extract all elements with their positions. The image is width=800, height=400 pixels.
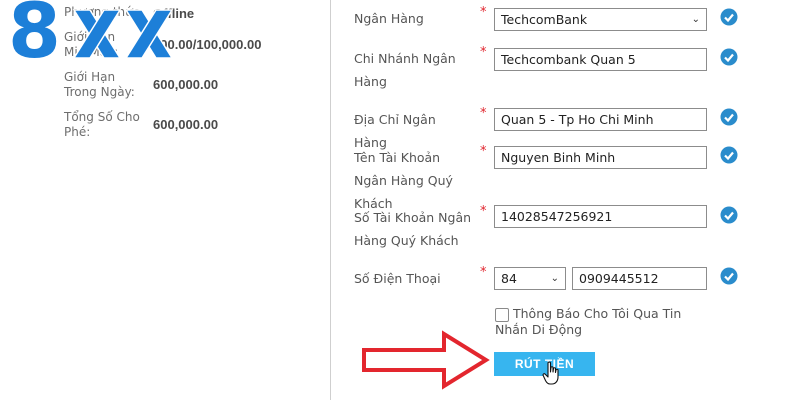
bank-label: Ngân Hàng (354, 11, 424, 26)
check-circle-icon (720, 48, 738, 66)
branch-label: Chi Nhánh Ngân Hàng (354, 51, 456, 89)
required-mark: * (480, 144, 487, 159)
required-mark: * (480, 106, 487, 121)
fee-label: Tổng Số Cho Phé: (64, 110, 140, 139)
phone-input[interactable]: 0909445512 (572, 267, 707, 290)
brand-logo: 8 (6, 0, 176, 75)
fee-value: 600,000.00 (153, 117, 219, 132)
account-name-input[interactable]: Nguyen Binh Minh (494, 146, 707, 169)
required-mark: * (480, 5, 487, 20)
account-number-input[interactable]: 14028547256921 (494, 205, 707, 228)
phone-label: Số Điện Thoại (354, 271, 441, 286)
check-circle-icon (720, 146, 738, 164)
daily-limit-label: Giới Hạn Trong Ngày: (64, 70, 135, 99)
required-mark: * (480, 204, 487, 219)
red-arrow (362, 330, 490, 390)
check-circle-icon (720, 8, 738, 26)
country-code-select[interactable]: 84 ⌄ (494, 267, 566, 290)
check-circle-icon (720, 108, 738, 126)
country-code-value: 84 (501, 271, 517, 286)
daily-limit-value: 600,000.00 (153, 77, 219, 92)
account-name-label: Tên Tài Khoản Ngân Hàng Quý Khách (354, 150, 453, 211)
check-circle-icon (720, 206, 738, 224)
chevron-down-icon: ⌄ (691, 14, 700, 25)
bank-select-value: TechcomBank (501, 12, 588, 27)
required-mark: * (480, 265, 487, 280)
address-input[interactable]: Quan 5 - Tp Ho Chi Minh (494, 108, 707, 131)
hand-cursor-icon (542, 361, 559, 385)
logo-digit: 8 (8, 0, 61, 75)
bank-select[interactable]: TechcomBank ⌄ (494, 8, 707, 31)
check-circle-icon (720, 267, 738, 285)
required-mark: * (480, 45, 487, 60)
sms-notify-label[interactable]: Thông Báo Cho Tôi Qua Tin Nhắn Di Động (495, 306, 695, 338)
account-number-label: Số Tài Khoản Ngân Hàng Quý Khách (354, 210, 472, 248)
chevron-down-icon: ⌄ (550, 273, 559, 284)
branch-input[interactable]: Techcombank Quan 5 (494, 48, 707, 71)
column-divider (330, 0, 331, 400)
logo-xx-mark (72, 9, 174, 59)
